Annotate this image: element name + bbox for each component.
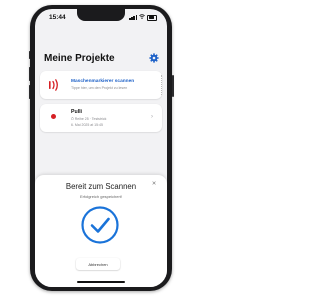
volume-up-button xyxy=(28,67,30,81)
scan-card-subtitle: Tippe hier, um den Projekt zu lesen xyxy=(71,86,128,90)
wifi-icon xyxy=(139,14,145,19)
checkmark-circle-icon xyxy=(81,206,119,244)
scan-sheet: ✕ Bereit zum Scannen Erfolgreich gespeic… xyxy=(35,175,167,287)
project-name: Pulli xyxy=(71,109,82,115)
project-status-dot xyxy=(51,114,56,119)
scan-marker-card[interactable]: Maschenmarkierer scannen Tippe hier, um … xyxy=(40,71,162,99)
card-edge-divider xyxy=(160,75,162,95)
status-bar: 15:44 xyxy=(35,9,167,27)
project-location: Ō Reihe 25 · Teststrick xyxy=(71,117,107,121)
power-button xyxy=(172,75,174,97)
battery-icon xyxy=(147,14,157,21)
scan-sheet-title: Bereit zum Scannen xyxy=(65,182,137,191)
nfc-scan-icon xyxy=(49,79,58,91)
scan-card-title: Maschenmarkierer scannen xyxy=(71,79,135,84)
home-indicator[interactable] xyxy=(77,281,125,283)
project-card[interactable]: Pulli Ō Reihe 25 · Teststrick 6. Mai 202… xyxy=(40,104,162,132)
scan-sheet-subtitle: Erfolgreich gespeichert! xyxy=(79,194,123,199)
gear-icon[interactable] xyxy=(149,53,159,63)
cancel-button[interactable]: Abbrechen xyxy=(76,258,120,270)
chevron-right-icon: › xyxy=(151,114,153,120)
side-button xyxy=(28,51,30,59)
page-title: Meine Projekte xyxy=(44,53,115,64)
volume-down-button xyxy=(28,85,30,99)
status-time: 15:44 xyxy=(49,14,66,21)
app-screen: 15:44 Meine Projekte Maschenmarkierer sc… xyxy=(35,9,167,287)
signal-icon xyxy=(135,14,138,20)
project-date: 6. Mai 2025 at 15:45 xyxy=(71,122,103,127)
dynamic-island xyxy=(77,9,125,21)
status-icons xyxy=(129,14,157,21)
